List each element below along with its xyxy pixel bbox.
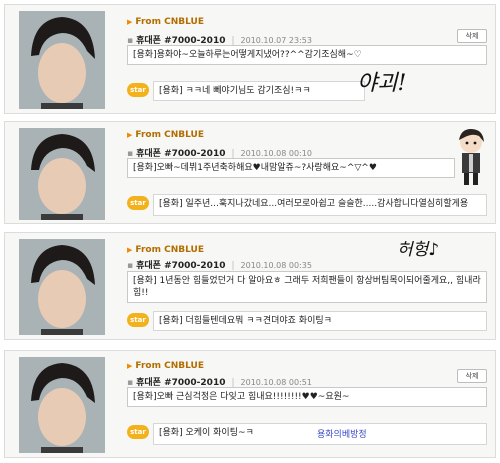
timestamp: 2010.10.08 00:51 [240, 378, 312, 387]
fan-message: [용화]오빠 근심걱정은 다잊고 힘내요!!!!!!!!♥♥~요원~ [127, 387, 487, 407]
sender-label: ▶ From CNBLUE [127, 361, 204, 371]
cartoon-character-sticker [453, 128, 489, 186]
post-card: ▶ From CNBLUE ▪ 휴대폰 #7000-2010 | 2010.10.07 … [4, 4, 496, 114]
post-card: ▶ From CNBLUE ▪ 휴대폰 #7000-2010 | 2010.10.08 … [4, 121, 496, 224]
timestamp: 2010.10.08 00:35 [240, 261, 312, 270]
sender-label: ▶ From CNBLUE [127, 130, 204, 140]
phone-icon: ▪ [127, 261, 134, 271]
timestamp: 2010.10.07 23:53 [240, 36, 312, 45]
profile-photo [19, 239, 105, 335]
star-icon: star [127, 196, 149, 210]
delete-button[interactable]: 삭제 [457, 29, 487, 43]
star-icon: star [127, 425, 149, 439]
delete-button[interactable]: 삭제 [457, 369, 487, 383]
signature-text: 용화의베방정 [317, 430, 367, 440]
handwritten-text: 허헝♪ [397, 240, 440, 260]
profile-photo [19, 11, 105, 109]
post-card: ▶ From CNBLUE ▪ 휴대폰 #7000-2010 | 2010.10.08 … [4, 232, 496, 340]
artist-reply: [용화] 더힘들텐데요뭐 ㅋㅋ견뎌야죠 화이팅ㅋ [153, 311, 487, 331]
artist-reply: [용화] 일주년...훅지나갔네요...여러모로아쉽고 슬슬한.....감사합니… [153, 194, 487, 216]
sender-label: ▶ From CNBLUE [127, 245, 204, 255]
post-card: ▶ From CNBLUE ▪ 휴대폰 #7000-2010 | 2010.10.08 … [4, 350, 496, 458]
post-meta: ▪ 휴대폰 #7000-2010 | 2010.10.08 00:35 [127, 261, 312, 271]
profile-photo [19, 128, 105, 220]
fan-message: [용화] 1년동안 힘들었던거 다 알아요ㅎ 그래두 저희팬들이 항상버팀목이되… [127, 271, 487, 303]
profile-photo [19, 357, 105, 453]
star-icon: star [127, 313, 149, 327]
artist-reply: [용화] ㅋㅋ네 뻬야기님도 감기조심!ㅋㅋ [153, 81, 365, 101]
fan-message: [용화]용화야~오늘하루는어떻게지냈어??^^감기조심해~♡ [127, 45, 487, 65]
timestamp: 2010.10.08 00:10 [240, 149, 312, 158]
sender-label: ▶ From CNBLUE [127, 17, 204, 27]
handwritten-text: 야괴! [357, 71, 407, 96]
fan-message: [용화]오빠~데뷔1주년축하해요♥내맘알쥬~?사랑해요~^▽^♥ [127, 158, 455, 178]
star-icon: star [127, 83, 149, 97]
